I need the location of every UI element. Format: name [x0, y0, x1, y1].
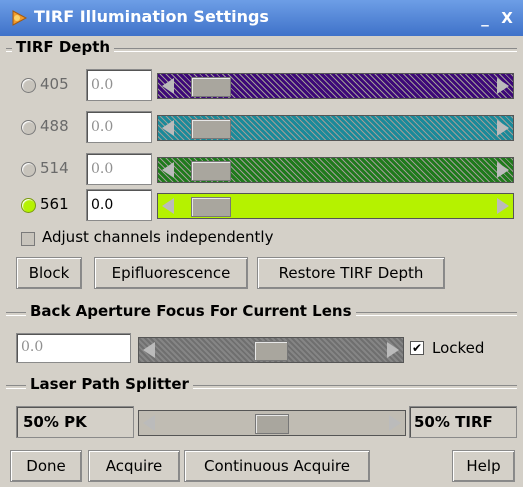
- restore-tirf-depth-button[interactable]: Restore TIRF Depth: [257, 257, 445, 289]
- adjust-independently-label: Adjust channels independently: [42, 228, 274, 246]
- channel-depth-slider[interactable]: [157, 157, 514, 183]
- slider-thumb[interactable]: [191, 119, 231, 139]
- channel-depth-slider[interactable]: [157, 193, 514, 219]
- slider-left-arrow-icon[interactable]: [162, 198, 174, 214]
- back-aperture-group-title: Back Aperture Focus For Current Lens: [26, 302, 356, 320]
- laser-path-slider[interactable]: [138, 410, 406, 436]
- slider-thumb[interactable]: [255, 414, 289, 434]
- channel-depth-input[interactable]: 0.0: [86, 69, 152, 101]
- slider-right-arrow-icon[interactable]: [497, 162, 509, 178]
- slider-right-arrow-icon[interactable]: [387, 342, 399, 358]
- slider-right-arrow-icon[interactable]: [497, 120, 509, 136]
- slider-right-arrow-icon[interactable]: [389, 415, 401, 431]
- slider-left-arrow-icon[interactable]: [162, 120, 174, 136]
- locked-label: Locked: [432, 339, 485, 357]
- channel-radio[interactable]: [21, 120, 36, 135]
- channel-radio[interactable]: [21, 198, 36, 213]
- close-button[interactable]: X: [498, 9, 516, 27]
- channel-label: 405: [40, 75, 69, 93]
- slider-left-arrow-icon[interactable]: [162, 162, 174, 178]
- channel-radio[interactable]: [21, 78, 36, 93]
- continuous-acquire-button[interactable]: Continuous Acquire: [184, 450, 370, 482]
- locked-checkbox[interactable]: ✔: [410, 341, 424, 355]
- channel-label: 561: [40, 195, 69, 213]
- laser-path-left-value: 50% PK: [16, 406, 134, 438]
- block-button[interactable]: Block: [16, 257, 82, 289]
- slider-thumb[interactable]: [191, 161, 231, 181]
- slider-right-arrow-icon[interactable]: [497, 78, 509, 94]
- channel-label: 488: [40, 117, 69, 135]
- done-button[interactable]: Done: [10, 450, 82, 482]
- back-aperture-input[interactable]: 0.0: [16, 333, 131, 363]
- slider-left-arrow-icon[interactable]: [162, 78, 174, 94]
- slider-right-arrow-icon[interactable]: [497, 198, 509, 214]
- channel-depth-input[interactable]: 0.0: [86, 153, 152, 185]
- tirf-depth-group-title: TIRF Depth: [12, 38, 115, 56]
- channel-depth-slider[interactable]: [157, 115, 514, 141]
- app-icon: [12, 10, 28, 26]
- minimize-button[interactable]: _: [476, 9, 494, 27]
- channel-depth-input[interactable]: 0.0: [86, 189, 152, 221]
- help-button[interactable]: Help: [452, 450, 515, 482]
- channel-depth-input[interactable]: 0.0: [86, 111, 152, 143]
- back-aperture-slider[interactable]: [138, 337, 404, 363]
- slider-left-arrow-icon[interactable]: [143, 415, 155, 431]
- epifluorescence-button[interactable]: Epifluorescence: [94, 257, 248, 289]
- laser-path-group-title: Laser Path Splitter: [26, 375, 193, 393]
- window-titlebar: TIRF Illumination Settings _ X: [0, 0, 523, 36]
- window-title: TIRF Illumination Settings: [34, 7, 269, 26]
- slider-left-arrow-icon[interactable]: [143, 342, 155, 358]
- slider-thumb[interactable]: [191, 77, 231, 97]
- laser-path-right-value: 50% TIRF: [409, 406, 517, 438]
- adjust-independently-checkbox[interactable]: [21, 232, 35, 246]
- acquire-button[interactable]: Acquire: [88, 450, 180, 482]
- channel-radio[interactable]: [21, 162, 36, 177]
- channel-label: 514: [40, 159, 69, 177]
- channel-depth-slider[interactable]: [157, 73, 514, 99]
- slider-thumb[interactable]: [254, 341, 288, 361]
- slider-thumb[interactable]: [191, 197, 231, 217]
